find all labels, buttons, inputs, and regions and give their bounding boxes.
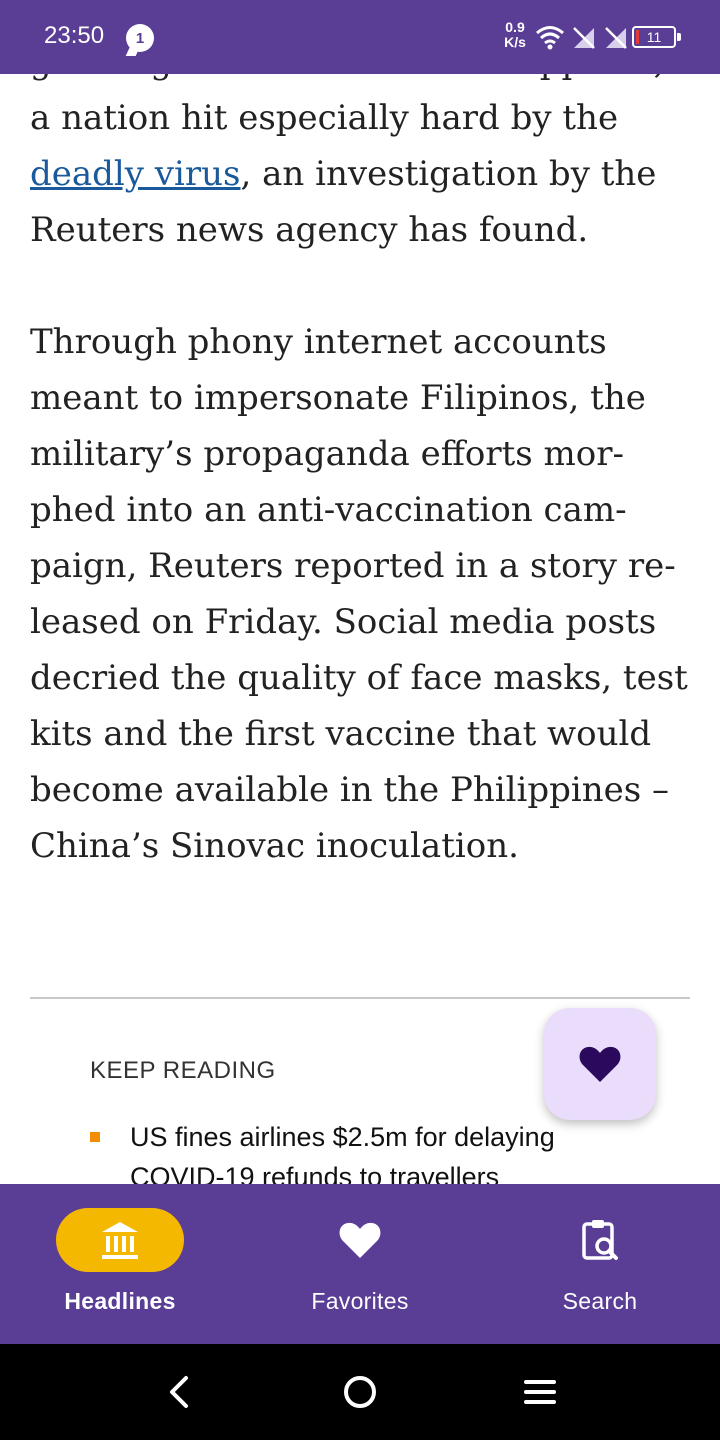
notification-badge: 1 (126, 24, 154, 52)
battery-icon: 11 (632, 26, 681, 48)
bottom-navigation: Headlines Favorites Search (0, 1184, 720, 1344)
status-bar: 23:50 1 0.9 K/s 11 (0, 0, 720, 74)
nav-label-favorites: Favorites (311, 1288, 409, 1314)
nav-label-headlines: Headlines (64, 1288, 176, 1314)
nav-item-favorites[interactable]: Favorites (240, 1184, 480, 1344)
heart-icon (339, 1222, 381, 1258)
related-article-item[interactable]: US fines airlines $2.5m for delaying COV… (90, 1117, 650, 1184)
article-partial-line: growing influence in the Philippines, (30, 74, 695, 90)
battery-level: 11 (646, 29, 662, 45)
nav-label-search: Search (562, 1288, 638, 1314)
nav-item-headlines[interactable]: Headlines (0, 1184, 240, 1344)
institution-icon (102, 1222, 138, 1259)
network-speed-unit: K/s (504, 34, 526, 50)
paragraph-text: a nation hit especially hard by the (30, 98, 619, 138)
related-article-title[interactable]: US fines airlines $2.5m for delaying COV… (130, 1122, 555, 1184)
article-paragraph-2: Through phony internet accounts meant to… (30, 322, 688, 866)
status-time: 23:50 (44, 22, 105, 49)
clipboard-search-icon (582, 1220, 618, 1260)
related-articles-list: US fines airlines $2.5m for delaying COV… (90, 1117, 650, 1184)
article-paragraph-1: a nation hit especially hard by the dead… (30, 90, 695, 258)
system-navigation-bar (0, 1344, 720, 1440)
deadly-virus-link[interactable]: deadly virus (30, 154, 241, 194)
bullet-icon (90, 1132, 100, 1142)
favorite-fab-button[interactable] (544, 1008, 656, 1120)
nav-item-search[interactable]: Search (480, 1184, 720, 1344)
divider (30, 997, 690, 999)
back-icon[interactable] (160, 1372, 200, 1412)
home-icon[interactable] (340, 1372, 380, 1412)
no-sim-icon (573, 27, 595, 49)
network-speed-value: 0.9 (505, 19, 525, 35)
wifi-icon (536, 26, 564, 50)
heart-icon (579, 1046, 621, 1082)
network-speed: 0.9 K/s (500, 20, 530, 50)
menu-icon[interactable] (520, 1372, 560, 1412)
no-sim-icon (605, 27, 627, 49)
keep-reading-heading: KEEP READING (90, 1057, 276, 1084)
